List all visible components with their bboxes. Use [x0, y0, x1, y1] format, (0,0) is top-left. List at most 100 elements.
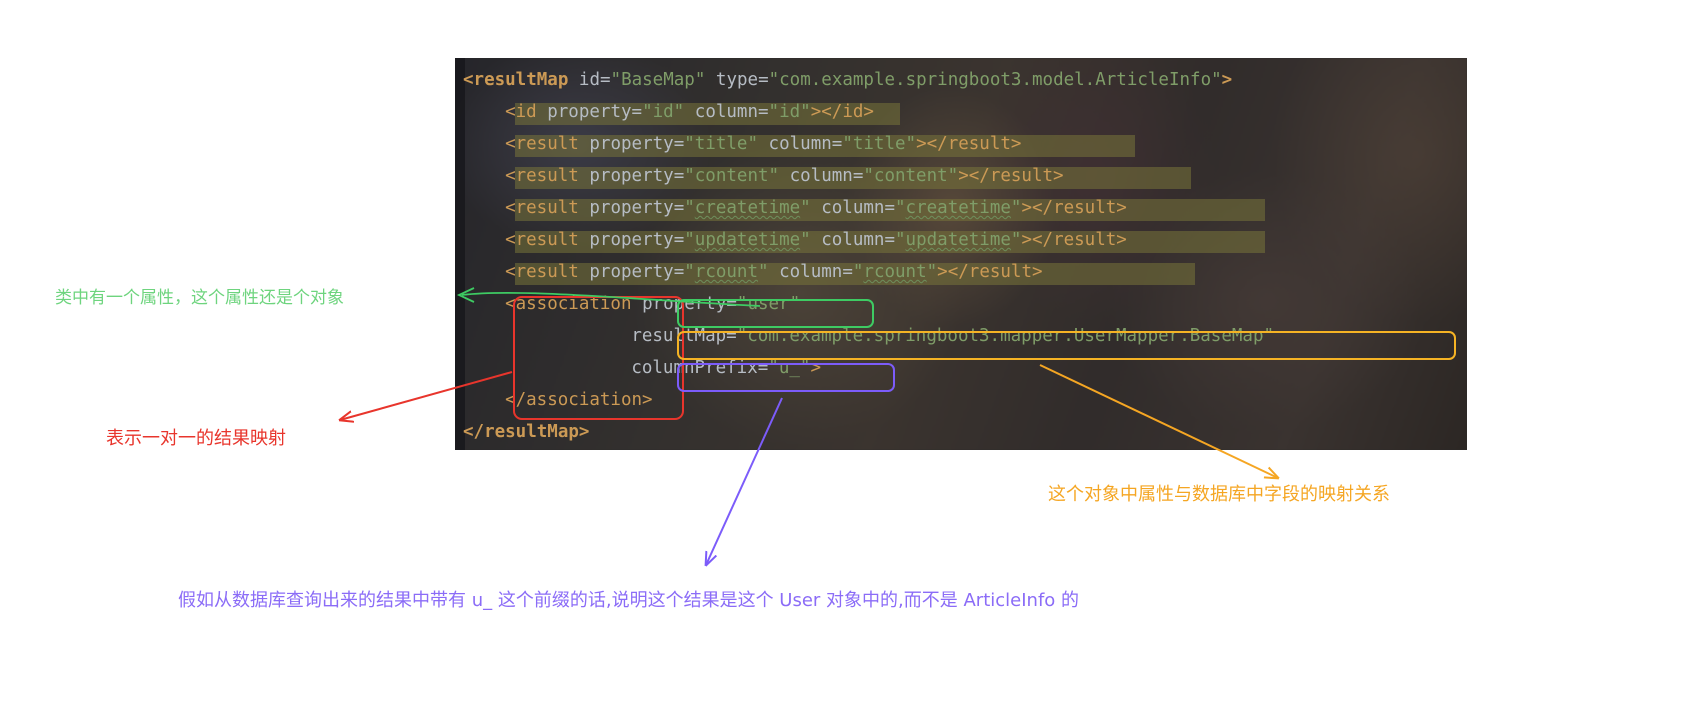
code-line: <id property="id" column="id"></id> [505, 102, 874, 123]
code-token: <result [505, 134, 579, 154]
code-line: columnPrefix="u_"> [631, 358, 821, 379]
code-token: "user" [736, 294, 801, 314]
code-token: " [684, 262, 695, 282]
code-token: "u_" [768, 358, 811, 378]
code-token: "id" [642, 102, 685, 122]
code-token: " [1010, 198, 1022, 218]
code-token: = [673, 198, 685, 218]
code-token: = [631, 102, 643, 122]
code-token: " [1010, 230, 1022, 250]
code-screenshot-panel: <resultMap id="BaseMap" type="com.exampl… [455, 58, 1467, 450]
annotation-label-red: 表示一对一的结果映射 [106, 428, 286, 449]
code-token: updatetime [694, 230, 801, 250]
code-token: column [821, 230, 885, 250]
code-token: column [779, 262, 843, 282]
code-line: <result property="title" column="title">… [505, 134, 1021, 155]
code-token: = [726, 294, 737, 314]
code-line: <result property="rcount" column="rcount… [505, 262, 1042, 283]
code-token: "title" [684, 134, 758, 154]
code-token: > [958, 166, 969, 186]
code-token: "id" [768, 102, 811, 122]
annotation-label-green: 类中有一个属性，这个属性还是个对象 [55, 288, 344, 308]
code-token: = [884, 198, 895, 218]
code-token: </result> [1032, 230, 1127, 250]
code-line: <association property="user" [505, 294, 800, 315]
code-token: rcount [863, 262, 927, 282]
code-token: </result> [926, 134, 1022, 154]
code-token: rcount [694, 262, 758, 282]
code-line: </resultMap> [463, 422, 589, 443]
code-token: </result> [947, 262, 1043, 282]
code-token: property [642, 294, 727, 314]
code-token: = [852, 166, 864, 186]
code-token: type [715, 70, 759, 90]
code-token: = [831, 134, 843, 154]
code-token: <result [505, 198, 579, 218]
code-token: " [684, 198, 695, 218]
code-token: > [916, 134, 927, 154]
code-token: </association> [505, 390, 653, 410]
code-token: "com.example.springboot3.model.ArticleIn… [768, 70, 1222, 90]
code-line: <result property="updatetime" column="up… [505, 230, 1127, 251]
code-line: resultMap="com.example.springboot3.mappe… [631, 326, 1274, 347]
code-token: "com.example.springboot3.mapper.UserMapp… [736, 326, 1275, 346]
code-token: "content" [684, 166, 780, 186]
code-token: = [673, 134, 685, 154]
code-token: column [694, 102, 758, 122]
code-token: <result [505, 262, 579, 282]
code-token: = [726, 326, 737, 346]
code-token: > [1021, 198, 1032, 218]
code-token: column [789, 166, 853, 186]
code-token: createtime [905, 198, 1011, 218]
code-token: " [852, 262, 864, 282]
code-line: <resultMap id="BaseMap" type="com.exampl… [463, 70, 1232, 91]
code-token: > [810, 102, 822, 122]
code-line: </association> [505, 390, 653, 411]
code-token: </resultMap> [463, 422, 590, 442]
code-token: "title" [842, 134, 917, 154]
annotation-label-orange: 这个对象中属性与数据库中字段的映射关系 [1048, 484, 1390, 505]
code-token: column [768, 134, 832, 154]
code-token: <resultMap [463, 70, 569, 90]
code-token: = [758, 70, 769, 90]
code-token: " [758, 262, 769, 282]
code-token: " [895, 230, 906, 250]
code-token: " [800, 198, 811, 218]
code-token: resultMap [631, 326, 727, 346]
code-token: > [810, 358, 821, 378]
code-token: </result> [1032, 198, 1127, 218]
code-token: " [684, 230, 695, 250]
code-token: <result [505, 166, 579, 186]
code-token: <id [505, 102, 537, 122]
code-line: <result property="createtime" column="cr… [505, 198, 1127, 219]
code-token: property [589, 230, 674, 250]
code-token: "content" [863, 166, 959, 186]
code-token: property [589, 166, 674, 186]
code-token: </id> [821, 102, 874, 122]
code-token: <association [505, 294, 632, 314]
code-token: > [1221, 70, 1233, 90]
editor-gutter [455, 58, 465, 450]
code-token: > [1021, 230, 1032, 250]
code-token: property [547, 102, 632, 122]
code-token: createtime [694, 198, 801, 218]
code-token: " [800, 230, 811, 250]
code-token: property [589, 198, 674, 218]
code-token: </result> [968, 166, 1064, 186]
code-token: " [895, 198, 906, 218]
code-token: property [589, 262, 674, 282]
